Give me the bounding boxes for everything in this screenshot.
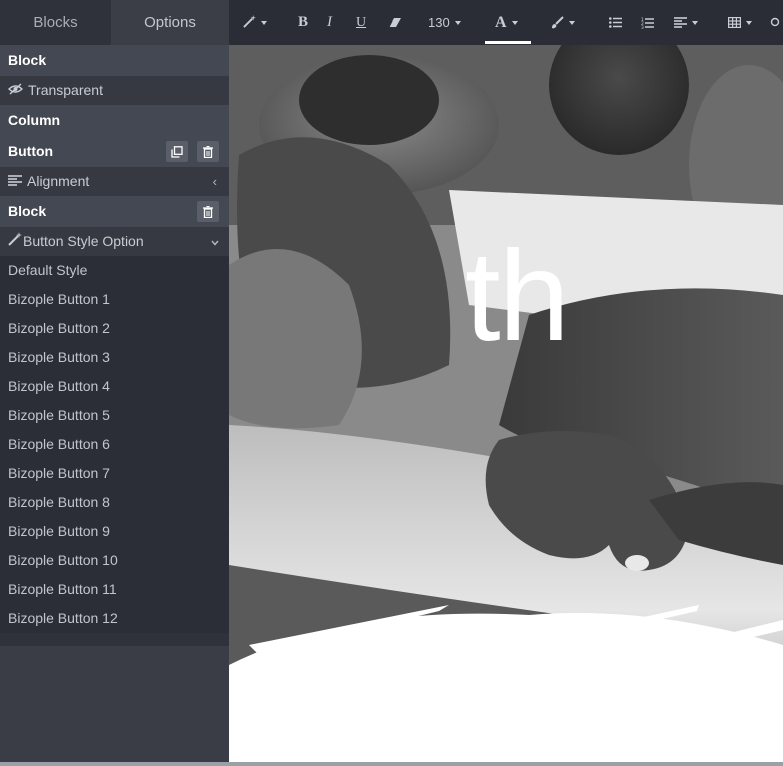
panel-tabs: Blocks Options — [0, 0, 229, 45]
chevron-down-icon — [692, 20, 698, 25]
chevron-down-icon — [211, 227, 219, 256]
delete-button-button[interactable] — [197, 141, 219, 162]
block2-section-title: Block — [0, 196, 229, 227]
style-item[interactable]: Bizople Button 8 — [0, 488, 229, 517]
button-title: Button — [8, 143, 54, 159]
clone-icon — [171, 145, 183, 158]
button-style-option[interactable]: Button Style Option — [0, 227, 229, 256]
style-item[interactable]: Bizople Button 11 — [0, 575, 229, 604]
eraser-icon — [388, 18, 401, 28]
style-item[interactable]: Bizople Button 9 — [0, 517, 229, 546]
tab-blocks[interactable]: Blocks — [0, 0, 111, 45]
chevron-down-icon — [511, 20, 518, 25]
alignment-label: Alignment — [27, 173, 90, 189]
hero-background-image — [229, 45, 783, 762]
editor-toolbar: B I U 130 A 123 — [229, 0, 783, 45]
trash-icon — [203, 145, 213, 158]
block2-title: Block — [8, 203, 47, 219]
chevron-left-icon: ‹ — [212, 174, 217, 189]
magic-wand-icon — [243, 14, 256, 31]
panel-empty-area — [0, 646, 229, 766]
status-strip — [0, 762, 783, 766]
table-icon — [728, 17, 741, 28]
italic-button[interactable]: I — [327, 0, 332, 45]
delete-block-button[interactable] — [197, 201, 219, 222]
column-section-title: Column — [0, 105, 229, 136]
chevron-down-icon — [454, 20, 461, 25]
clone-button[interactable] — [166, 141, 188, 162]
ordered-list-icon: 123 — [641, 17, 654, 29]
underline-button[interactable]: U — [356, 0, 366, 45]
style-item[interactable]: Bizople Button 2 — [0, 314, 229, 343]
svg-text:3: 3 — [641, 25, 644, 29]
style-item[interactable]: Bizople Button 6 — [0, 430, 229, 459]
ordered-list-button[interactable]: 123 — [641, 0, 654, 45]
block-section-title: Block — [0, 45, 229, 76]
style-item[interactable]: Bizople Button 7 — [0, 459, 229, 488]
font-size-dropdown[interactable]: 130 — [428, 0, 461, 45]
style-item[interactable]: Bizople Button 10 — [0, 546, 229, 575]
style-item[interactable]: Bizople Button 4 — [0, 372, 229, 401]
style-item[interactable]: Bizople Button 12 — [0, 604, 229, 633]
options-panel: Blocks Options Block Transparent Column … — [0, 0, 229, 766]
style-dropdown[interactable] — [243, 0, 267, 45]
transparent-option[interactable]: Transparent — [0, 76, 229, 105]
toolbar-overflow-icon[interactable] — [770, 0, 780, 45]
paragraph-align-dropdown[interactable] — [674, 0, 698, 45]
button-styles-list: Default Style Bizople Button 1 Bizople B… — [0, 256, 229, 633]
editor-canvas[interactable]: th — [229, 45, 783, 762]
button-style-option-label: Button Style Option — [23, 233, 144, 249]
alignment-option[interactable]: Alignment ‹ — [0, 167, 229, 196]
align-icon — [8, 167, 22, 196]
chevron-down-icon — [261, 20, 267, 25]
unordered-list-icon — [609, 17, 622, 28]
button-section-title: Button — [0, 136, 229, 167]
style-item[interactable]: Bizople Button 1 — [0, 285, 229, 314]
eye-slash-icon — [7, 76, 24, 105]
font-size-value: 130 — [428, 15, 450, 30]
table-dropdown[interactable] — [728, 0, 752, 45]
trash-icon — [203, 205, 213, 218]
hero-heading-text[interactable]: th — [465, 233, 570, 361]
style-item[interactable]: Bizople Button 3 — [0, 343, 229, 372]
chevron-down-icon — [569, 20, 575, 25]
font-color-indicator — [485, 41, 531, 44]
paint-brush-icon — [552, 16, 564, 29]
bold-button[interactable]: B — [298, 0, 308, 45]
font-color-label: A — [495, 13, 507, 31]
clear-format-button[interactable] — [388, 0, 402, 45]
font-color-dropdown[interactable]: A — [495, 0, 518, 45]
chevron-down-icon — [746, 20, 752, 25]
align-left-icon — [674, 17, 687, 28]
tab-options[interactable]: Options — [111, 0, 229, 45]
magic-wand-icon — [8, 227, 22, 256]
style-item[interactable]: Bizople Button 5 — [0, 401, 229, 430]
style-item[interactable]: Default Style — [0, 256, 229, 285]
unordered-list-button[interactable] — [609, 0, 622, 45]
background-color-dropdown[interactable] — [551, 0, 575, 45]
transparent-label: Transparent — [28, 82, 103, 98]
